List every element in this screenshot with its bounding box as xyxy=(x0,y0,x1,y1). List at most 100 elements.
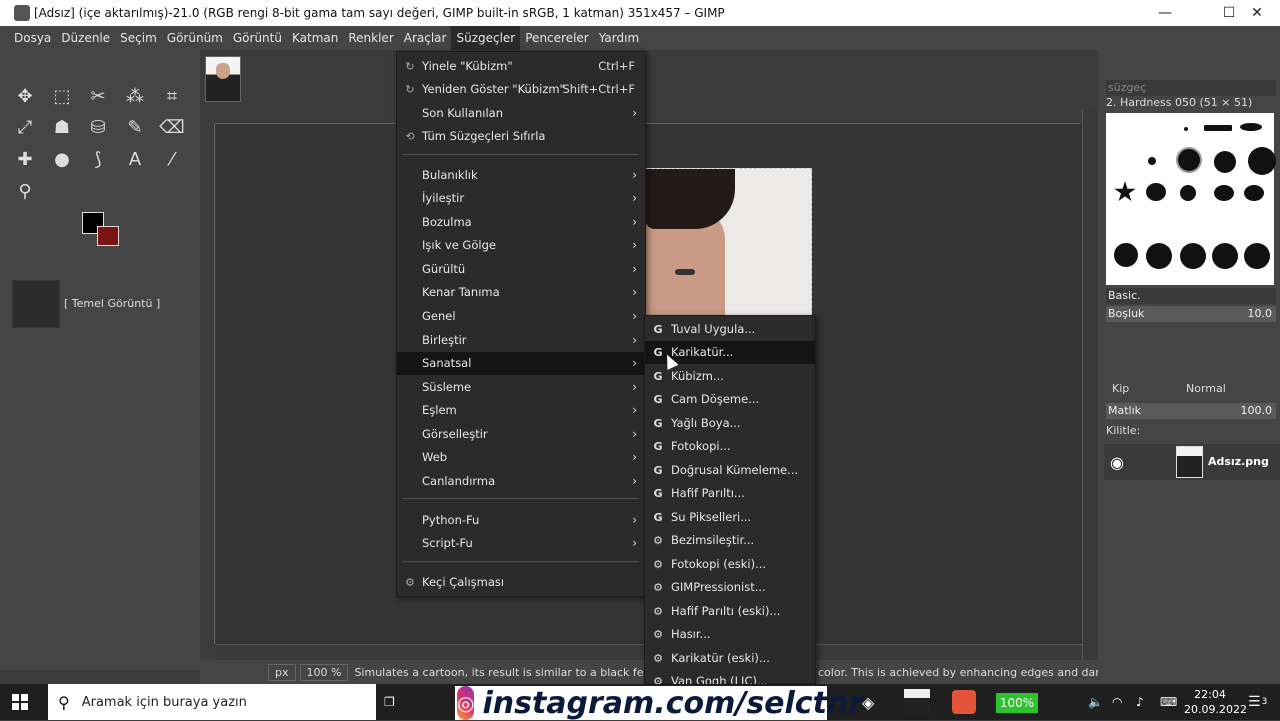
background-color[interactable] xyxy=(97,226,119,246)
menu-edge-detect[interactable]: Kenar Tanıma › xyxy=(397,281,645,304)
move-tool-icon[interactable]: ✥ xyxy=(12,83,38,109)
submenu-van-gogh[interactable]: ⚙ Van Gogh (LIC)... xyxy=(645,670,815,684)
submenu-oilify[interactable]: G Yağlı Boya... xyxy=(645,412,815,435)
smudge-tool-icon[interactable]: ● xyxy=(49,146,75,172)
gimp-taskbar-icon[interactable]: ◈ xyxy=(862,684,874,720)
submenu-softglow-legacy[interactable]: ⚙ Hafif Parıltı (eski)... xyxy=(645,600,815,623)
zoom-tool-icon[interactable]: ⚲ xyxy=(12,178,38,204)
menu-katman[interactable]: Katman xyxy=(287,26,343,50)
submenu-glass-tile[interactable]: G Cam Döşeme... xyxy=(645,388,815,411)
submenu-photocopy-legacy[interactable]: ⚙ Fotokopi (eski)... xyxy=(645,553,815,576)
menu-dosya[interactable]: Dosya xyxy=(9,26,56,50)
battery-indicator[interactable]: 100% xyxy=(996,693,1038,713)
menu-yardim[interactable]: Yardım xyxy=(594,26,644,50)
top-ruler[interactable] xyxy=(215,110,1080,124)
close-button[interactable]: ✕ xyxy=(1234,0,1280,26)
speaker-icon[interactable]: ♪ xyxy=(1136,684,1144,720)
keyboard-icon[interactable]: ⌨ xyxy=(1160,684,1177,720)
menu-combine[interactable]: Birleştir › xyxy=(397,329,645,352)
menu-script-fu[interactable]: Script-Fu › xyxy=(397,532,645,555)
status-message-tail: color. This is achieved by enhancing edg… xyxy=(818,665,1124,679)
menu-web[interactable]: Web › xyxy=(397,446,645,469)
menu-artistic[interactable]: Sanatsal › xyxy=(397,352,645,375)
paths-tool-icon[interactable]: ⟆ xyxy=(85,146,111,172)
vertical-scrollbar[interactable] xyxy=(1082,110,1098,660)
left-ruler[interactable] xyxy=(200,124,215,644)
crop-tool-icon[interactable]: ⌗ xyxy=(159,83,185,109)
menu-noise[interactable]: Gürültü › xyxy=(397,258,645,281)
fuzzy-select-tool-icon[interactable]: ⁂ xyxy=(122,83,148,109)
menu-goruntu[interactable]: Görüntü xyxy=(228,26,287,50)
menu-map[interactable]: Eşlem › xyxy=(397,399,645,422)
menu-distorts[interactable]: Bozulma › xyxy=(397,211,645,234)
menu-goat-exercise[interactable]: ⚙ Keçi Çalışması xyxy=(397,571,645,594)
transform-tool-icon[interactable]: ⤢ xyxy=(12,114,38,140)
submenu-clothify[interactable]: ⚙ Bezimsileştir... xyxy=(645,529,815,552)
menu-gorunum[interactable]: Görünüm xyxy=(162,26,228,50)
menu-pencereler[interactable]: Pencereler xyxy=(520,26,593,50)
menu-enhance[interactable]: İyileştir › xyxy=(397,187,645,210)
brush-filter-input[interactable]: süzgeç xyxy=(1106,80,1276,96)
notifications-icon[interactable]: ☰ 3 xyxy=(1248,684,1267,720)
warp-tool-icon[interactable]: ☗ xyxy=(49,114,75,140)
brush-preset[interactable]: Basic. xyxy=(1106,288,1276,304)
layer-name[interactable]: Adsız.png xyxy=(1208,455,1269,468)
menu-secim[interactable]: Seçim xyxy=(115,26,162,50)
submenu-gimpressionist[interactable]: ⚙ GIMPressionist... xyxy=(645,576,815,599)
submenu-waterpixels[interactable]: G Su Pikselleri... xyxy=(645,506,815,529)
minimize-button[interactable]: — xyxy=(1142,0,1188,26)
menu-generic[interactable]: Genel › xyxy=(397,305,645,328)
volume-icon[interactable]: 🔈 xyxy=(1088,684,1103,720)
gegl-icon: G xyxy=(653,511,663,524)
gegl-icon: G xyxy=(653,440,663,453)
windows-start-icon[interactable] xyxy=(12,694,28,710)
plugin-icon: ⚙ xyxy=(653,534,663,547)
color-picker-tool-icon[interactable]: ⁄ xyxy=(159,146,185,172)
spacing-slider[interactable]: Boşluk 10.0 xyxy=(1106,306,1276,322)
image-preview-thumbnail[interactable] xyxy=(12,280,60,328)
camtasia-taskbar-icon[interactable] xyxy=(952,684,980,720)
free-select-tool-icon[interactable]: ✂ xyxy=(85,83,111,109)
bucket-fill-tool-icon[interactable]: ⛁ xyxy=(85,114,111,140)
submenu-weave[interactable]: ⚙ Hasır... xyxy=(645,623,815,646)
submenu-cartoon-legacy[interactable]: ⚙ Karikatür (eski)... xyxy=(645,647,815,670)
submenu-apply-canvas[interactable]: G Tuval Uygula... xyxy=(645,318,815,341)
submenu-photocopy[interactable]: G Fotokopi... xyxy=(645,435,815,458)
unit-select[interactable]: px xyxy=(268,663,296,681)
mode-select[interactable]: Normal xyxy=(1186,382,1226,395)
submenu-simple-linear-iterative-clustering[interactable]: G Doğrusal Kümeleme... xyxy=(645,459,815,482)
image-canvas[interactable] xyxy=(644,168,812,316)
zoom-select[interactable]: 100 % xyxy=(299,663,349,681)
menu-duzenle[interactable]: Düzenle xyxy=(56,26,115,50)
layer-thumbnail[interactable] xyxy=(1176,446,1203,478)
taskbar-search[interactable]: ⚲ Aramak için buraya yazın xyxy=(48,684,376,720)
menu-repeat-cubism[interactable]: ↻ Yinele "Kübizm" Ctrl+F xyxy=(397,55,645,78)
app-taskbar-icon[interactable] xyxy=(904,684,932,720)
wifi-icon[interactable]: ◠ xyxy=(1112,684,1122,720)
menu-reset-all-filters[interactable]: ⟲ Tüm Süzgeçleri Sıfırla xyxy=(397,125,645,148)
task-view-icon[interactable]: ❐ xyxy=(384,684,395,720)
menu-render[interactable]: Görselleştir › xyxy=(397,423,645,446)
opacity-slider[interactable]: Matlık 100.0 xyxy=(1106,403,1276,419)
brush-grid[interactable] xyxy=(1106,113,1276,285)
menu-recently-used[interactable]: Son Kullanılan › xyxy=(397,102,645,125)
eye-icon[interactable]: ◉ xyxy=(1110,453,1124,472)
paintbrush-tool-icon[interactable]: ✎ xyxy=(122,114,148,140)
menu-blur[interactable]: Bulanıklık › xyxy=(397,164,645,187)
rect-select-tool-icon[interactable]: ⬚ xyxy=(49,83,75,109)
taskbar-clock[interactable]: 22:04 20.09.2022 xyxy=(1184,687,1247,717)
menu-decor[interactable]: Süsleme › xyxy=(397,376,645,399)
menu-renkler[interactable]: Renkler xyxy=(343,26,398,50)
text-tool-icon[interactable]: A xyxy=(122,146,148,172)
menu-araclar[interactable]: Araçlar xyxy=(399,26,452,50)
menu-suzgecler[interactable]: Süzgeçler xyxy=(451,26,521,50)
submenu-softglow[interactable]: G Hafif Parıltı... xyxy=(645,482,815,505)
menu-python-fu[interactable]: Python-Fu › xyxy=(397,509,645,532)
eraser-tool-icon[interactable]: ⌫ xyxy=(159,114,185,140)
menu-animation[interactable]: Canlandırma › xyxy=(397,470,645,493)
image-tab-thumbnail[interactable] xyxy=(205,56,241,102)
menu-light-shadow[interactable]: Işık ve Gölge › xyxy=(397,234,645,257)
menu-reshow-cubism[interactable]: ↻ Yeniden Göster "Kübizm" Shift+Ctrl+F xyxy=(397,78,645,101)
spacing-value: 10.0 xyxy=(1247,307,1273,320)
heal-tool-icon[interactable]: ✚ xyxy=(12,146,38,172)
